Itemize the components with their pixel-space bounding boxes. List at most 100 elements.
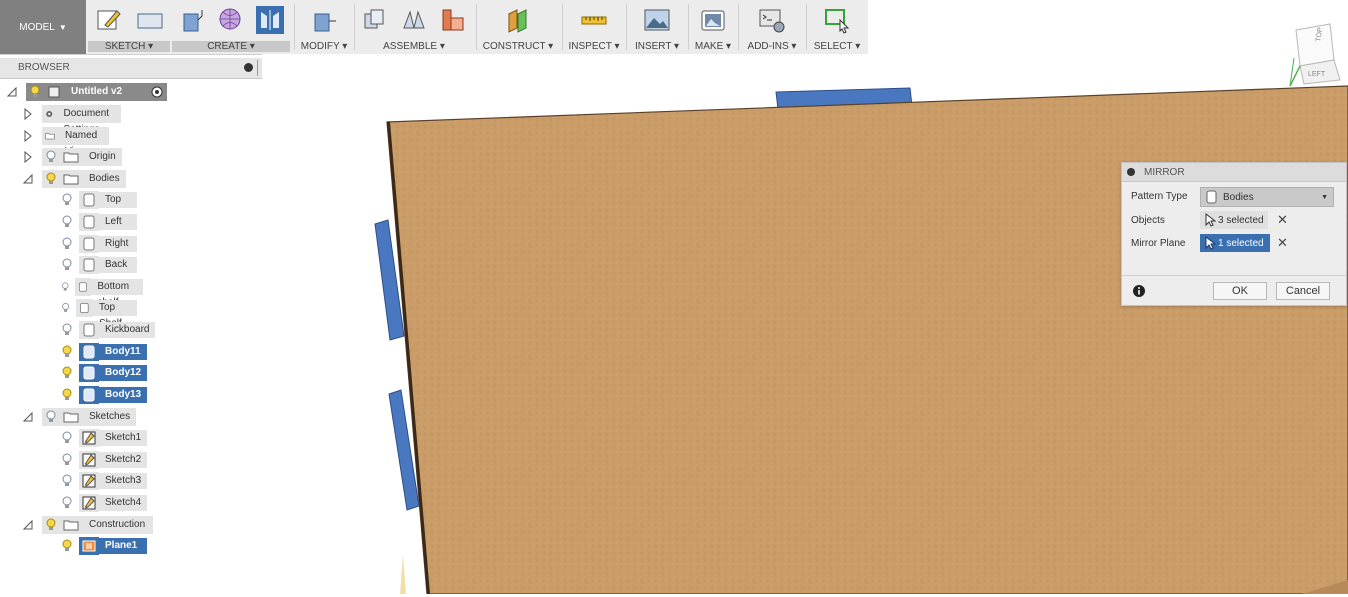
viewcube[interactable]: TOP LEFT	[1286, 20, 1346, 88]
workspace-switcher[interactable]: MODEL ▼	[0, 0, 86, 54]
collapse-arrow-icon[interactable]	[22, 519, 34, 531]
joint-icon[interactable]	[400, 6, 428, 34]
tree-sketches-chip[interactable]: Sketches	[42, 408, 137, 426]
assemble-group[interactable]: ASSEMBLE ▾	[356, 0, 472, 54]
visibility-bulb-icon[interactable]	[29, 85, 41, 99]
tree-body-item-chip[interactable]: Top Shelf	[58, 299, 137, 329]
clear-mirror-plane-icon[interactable]: ✕	[1277, 236, 1288, 250]
tree-body-item-chip[interactable]: Left	[58, 213, 137, 231]
visibility-bulb-icon[interactable]	[61, 215, 73, 229]
pattern-type-select[interactable]: Bodies ▼	[1200, 187, 1334, 207]
make-group[interactable]: MAKE ▾	[690, 0, 736, 54]
tree-named-views-chip[interactable]: Named Views	[42, 127, 110, 157]
model-scene[interactable]	[262, 54, 1348, 595]
inspect-menu[interactable]: INSPECT ▾	[564, 41, 624, 52]
addins-group[interactable]: ADD-INS ▾	[740, 0, 804, 54]
visibility-bulb-icon[interactable]	[45, 518, 57, 532]
expand-arrow-icon[interactable]	[22, 108, 34, 120]
visibility-bulb-icon[interactable]	[61, 237, 73, 251]
mirror-icon[interactable]	[256, 6, 285, 34]
collapse-icon[interactable]	[244, 63, 253, 72]
visibility-bulb-icon[interactable]	[61, 474, 73, 488]
visibility-bulb-icon[interactable]	[61, 496, 73, 510]
scripts-addins-icon[interactable]	[758, 6, 786, 34]
mirror-plane-selection[interactable]: 1 selected	[1200, 234, 1270, 252]
select-group[interactable]: SELECT ▾	[808, 0, 866, 54]
select-menu[interactable]: SELECT ▾	[808, 41, 866, 52]
modify-menu[interactable]: MODIFY ▾	[296, 41, 352, 52]
tree-sketch-item-chip[interactable]: Sketch3	[58, 472, 148, 490]
visibility-bulb-icon[interactable]	[61, 345, 73, 359]
visibility-bulb-icon[interactable]	[61, 539, 73, 553]
tree-body-item-chip[interactable]: Right	[58, 235, 137, 253]
tree-plane1-chip[interactable]: Plane1	[58, 537, 147, 555]
press-pull-icon[interactable]	[310, 6, 338, 34]
visibility-bulb-icon[interactable]	[45, 150, 57, 164]
tree-origin-chip[interactable]: Origin	[42, 148, 122, 166]
measure-icon[interactable]	[580, 6, 608, 34]
visibility-bulb-icon[interactable]	[45, 172, 57, 186]
insert-menu[interactable]: INSERT ▾	[628, 41, 686, 52]
tree-root-chip[interactable]: Untitled v2	[26, 83, 167, 101]
canvas-viewport[interactable]	[262, 54, 1348, 595]
visibility-bulb-icon[interactable]	[61, 258, 73, 272]
visibility-bulb-icon[interactable]	[61, 193, 73, 207]
sketch-group[interactable]: SKETCH ▾	[88, 0, 170, 54]
tree-body-item-chip[interactable]: Top	[58, 191, 137, 209]
tree-construction-chip[interactable]: Construction	[42, 516, 153, 534]
insert-image-icon[interactable]	[643, 6, 671, 34]
construct-group[interactable]: CONSTRUCT ▾	[478, 0, 558, 54]
tree-document-settings-chip[interactable]: Document Settings	[42, 105, 121, 135]
visibility-bulb-icon[interactable]	[61, 301, 70, 315]
create-sketch-icon[interactable]	[95, 6, 123, 34]
collapse-arrow-icon[interactable]	[22, 173, 34, 185]
collapse-dialog-icon[interactable]	[1127, 168, 1135, 176]
tree-body-item-chip[interactable]: Bottom shelf	[58, 278, 143, 308]
activate-component-icon[interactable]	[151, 86, 163, 98]
stop-sketch-icon[interactable]	[136, 6, 164, 34]
visibility-bulb-icon[interactable]	[61, 280, 69, 294]
as-built-joint-icon[interactable]	[439, 6, 467, 34]
visibility-bulb-icon[interactable]	[61, 323, 73, 337]
browser-header[interactable]: BROWSER	[0, 58, 262, 79]
form-sphere-icon[interactable]	[217, 6, 245, 34]
tree-sketch-item-chip[interactable]: Sketch1	[58, 429, 148, 447]
ok-button[interactable]: OK	[1213, 282, 1267, 300]
3d-print-icon[interactable]	[699, 6, 727, 34]
new-component-icon[interactable]	[361, 6, 389, 34]
dialog-header[interactable]: MIRROR	[1122, 163, 1346, 182]
objects-selection[interactable]: 3 selected	[1200, 211, 1268, 229]
modify-group[interactable]: MODIFY ▾	[296, 0, 352, 54]
viewcube-top-face[interactable]	[1295, 23, 1335, 67]
clear-objects-icon[interactable]: ✕	[1277, 213, 1288, 227]
collapse-arrow-icon[interactable]	[6, 86, 18, 98]
visibility-bulb-icon[interactable]	[61, 431, 73, 445]
tree-body-item-chip[interactable]: Kickboard	[58, 321, 156, 339]
offset-plane-icon[interactable]	[504, 6, 532, 34]
collapse-arrow-icon[interactable]	[22, 411, 34, 423]
assemble-menu[interactable]: ASSEMBLE ▾	[356, 41, 472, 52]
visibility-bulb-icon[interactable]	[61, 366, 73, 380]
extrude-icon[interactable]	[178, 6, 206, 34]
make-menu[interactable]: MAKE ▾	[690, 41, 736, 52]
create-menu[interactable]: CREATE ▾	[172, 41, 290, 52]
visibility-bulb-icon[interactable]	[45, 410, 57, 424]
tree-sketch-item-chip[interactable]: Sketch2	[58, 451, 148, 469]
insert-group[interactable]: INSERT ▾	[628, 0, 686, 54]
construct-menu[interactable]: CONSTRUCT ▾	[478, 41, 558, 52]
addins-menu[interactable]: ADD-INS ▾	[740, 41, 804, 52]
tree-body-item-chip[interactable]: Body12	[58, 364, 148, 382]
tree-body-item-chip[interactable]: Body13	[58, 386, 148, 404]
visibility-bulb-icon[interactable]	[61, 388, 73, 402]
tree-sketch-item-chip[interactable]: Sketch4	[58, 494, 148, 512]
tree-body-item-chip[interactable]: Back	[58, 256, 137, 274]
info-icon[interactable]	[1133, 285, 1145, 297]
inspect-group[interactable]: INSPECT ▾	[564, 0, 624, 54]
create-group[interactable]: CREATE ▾	[172, 0, 290, 54]
cancel-button[interactable]: Cancel	[1276, 282, 1330, 300]
resize-grip-icon[interactable]	[257, 60, 262, 76]
expand-arrow-icon[interactable]	[22, 151, 34, 163]
tree-bodies-chip[interactable]: Bodies	[42, 170, 126, 188]
expand-arrow-icon[interactable]	[22, 130, 34, 142]
tree-body-item-chip[interactable]: Body11	[58, 343, 147, 361]
